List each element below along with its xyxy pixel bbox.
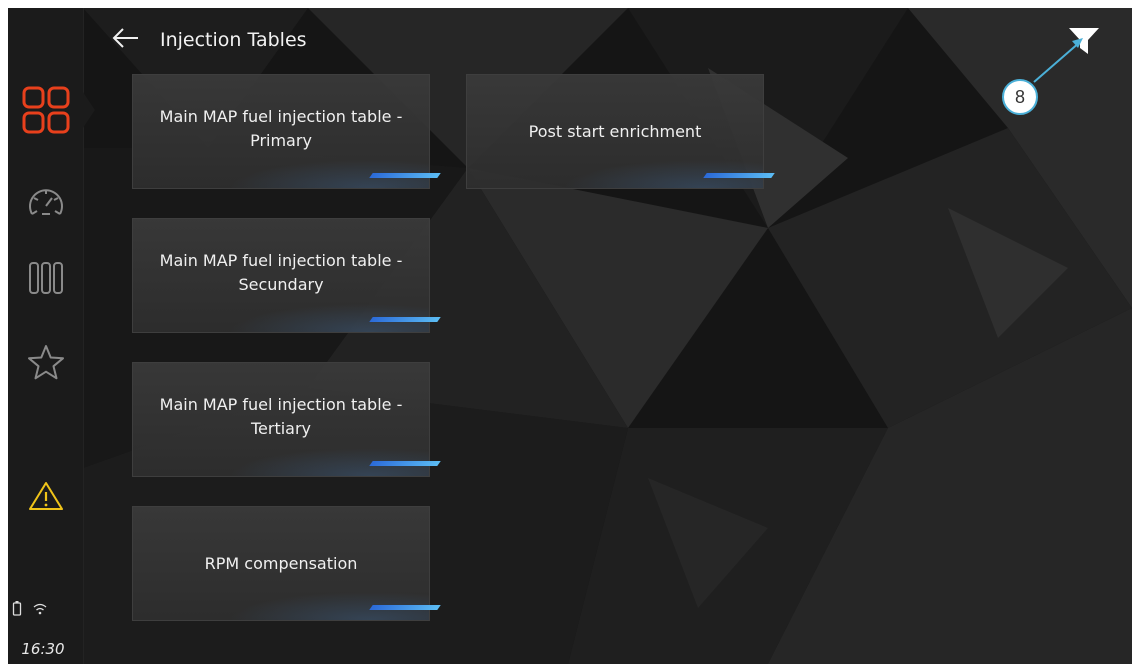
arrow-left-icon (112, 28, 140, 52)
nav-dashboard-button[interactable] (16, 80, 76, 140)
card-label: Main MAP fuel injection table - Primary (159, 107, 403, 150)
sidebar: 16:30 (8, 8, 84, 664)
bar-columns-icon (26, 260, 66, 296)
card-label: Main MAP fuel injection table - Secundary (159, 251, 403, 294)
card-accent-bar (369, 461, 441, 466)
card-accent-bar (369, 173, 441, 178)
card-accent-bar (703, 173, 775, 178)
filter-icon (1067, 28, 1101, 60)
speedometer-icon (26, 184, 66, 220)
card-accent-bar (369, 317, 441, 322)
table-card-main-map-secundary[interactable]: Main MAP fuel injection table - Secundary (132, 218, 441, 333)
wifi-icon (32, 601, 48, 620)
table-card-rpm-compensation[interactable]: RPM compensation (132, 506, 441, 621)
nav-favorites-button[interactable] (16, 332, 76, 392)
nav-warnings-button[interactable] (16, 466, 76, 526)
warning-icon (28, 480, 64, 512)
card-label: Post start enrichment (528, 121, 702, 141)
star-icon (26, 343, 66, 381)
header: Injection Tables (112, 24, 307, 56)
app-window: 16:30 Injection Tables Main MAP fuel inj… (8, 8, 1132, 664)
card-label: RPM compensation (204, 553, 358, 573)
callout-badge: 8 (1002, 79, 1038, 115)
battery-icon (12, 600, 22, 620)
page-title: Injection Tables (160, 29, 307, 51)
active-indicator (83, 92, 95, 128)
nav-bars-button[interactable] (16, 248, 76, 308)
nav-gauges-button[interactable] (16, 172, 76, 232)
table-card-main-map-tertiary[interactable]: Main MAP fuel injection table - Tertiary (132, 362, 441, 477)
filter-button[interactable] (1067, 26, 1101, 56)
clock: 16:30 (21, 640, 65, 658)
back-button[interactable] (112, 25, 146, 55)
grid-icon (22, 86, 70, 134)
table-card-post-start-enrichment[interactable]: Post start enrichment (466, 74, 775, 189)
table-card-main-map-primary[interactable]: Main MAP fuel injection table - Primary (132, 74, 441, 189)
card-accent-bar (369, 605, 441, 610)
card-label: Main MAP fuel injection table - Tertiary (159, 395, 403, 438)
